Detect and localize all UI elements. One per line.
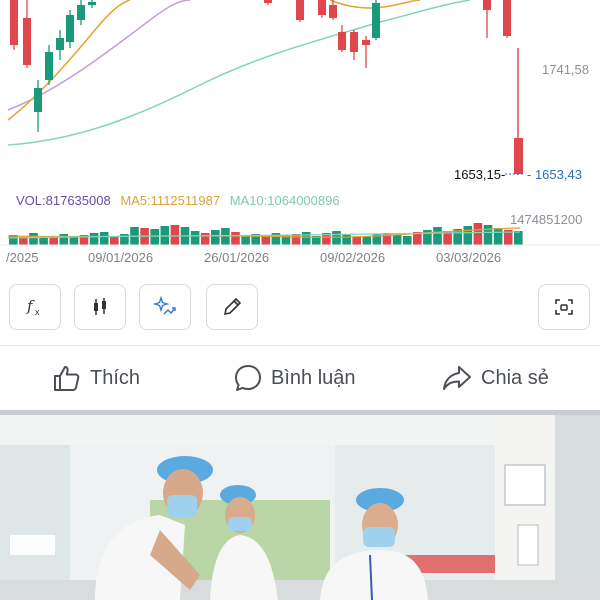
candle-body-4: [56, 38, 64, 50]
candle-body-13: [350, 32, 358, 52]
draw-button[interactable]: [206, 284, 258, 330]
volume-bar-47: [483, 225, 493, 245]
ai-analysis-button[interactable]: [139, 284, 191, 330]
volume-bar-11: [120, 234, 129, 245]
vol-value: VOL:817635008: [16, 193, 111, 208]
candle-body-17: [503, 0, 511, 36]
volume-max-label: 1474851200: [510, 212, 583, 227]
candle-body-16: [483, 0, 491, 10]
volume-bar-10: [110, 236, 119, 245]
volume-bar-9: [99, 232, 109, 245]
date-label-3: 09/02/2026: [320, 250, 386, 265]
current-price-label: - 1653,43: [527, 167, 582, 182]
candle-body-10: [318, 0, 326, 15]
volume-bar-16: [170, 225, 180, 245]
post-actions-bar: Thích Bình luận Chia sẻ: [0, 346, 600, 410]
volume-bar-50: [514, 231, 523, 245]
like-button[interactable]: Thích: [52, 360, 140, 396]
volume-bar-19: [200, 233, 210, 245]
volume-bar-39: [402, 236, 412, 245]
volume-bar-32: [332, 231, 341, 245]
volume-bar-22: [231, 232, 240, 245]
svg-text:f: f: [26, 297, 35, 315]
price-axis-label-1741: 1741,58: [542, 62, 589, 77]
volume-bar-25: [261, 236, 271, 245]
candle-body-14: [362, 40, 370, 45]
volume-bar-8: [89, 233, 99, 245]
candle-body-3: [45, 52, 53, 80]
stock-chart[interactable]: 1741,58 1653,15- - 1653,43 VOL:817635008…: [0, 0, 600, 278]
ma10-value: MA10:1064000896: [229, 193, 340, 208]
thumbs-up-icon: [54, 366, 80, 391]
candle-body-12: [338, 32, 346, 50]
share-button[interactable]: Chia sẻ: [441, 360, 549, 396]
candlestick-chart-svg: [0, 0, 600, 246]
comment-button[interactable]: Bình luận: [233, 360, 356, 396]
volume-bar-3: [39, 238, 48, 245]
volume-bar-35: [362, 236, 372, 245]
date-label-0: /2025: [6, 250, 39, 265]
volume-bar-48: [493, 228, 503, 245]
volume-bar-14: [150, 229, 159, 245]
ma5-value: MA5:1112511987: [120, 193, 221, 208]
volume-bar-34: [352, 237, 361, 245]
volume-bar-38: [392, 235, 402, 245]
low-price-label: 1653,15-: [454, 167, 506, 182]
date-label-4: 03/03/2026: [436, 250, 502, 265]
like-label: Thích: [90, 366, 141, 389]
comment-label: Bình luận: [271, 366, 356, 389]
candle-body-11: [329, 5, 337, 18]
date-label-2: 26/01/2026: [204, 250, 270, 265]
share-label: Chia sẻ: [481, 366, 549, 389]
pencil-icon: [223, 297, 242, 316]
candle-body-last: [514, 138, 523, 174]
screenshot-frame-icon: [555, 299, 573, 315]
volume-legend: VOL:817635008 MA5:1112511987 MA10:106400…: [16, 193, 346, 208]
candle-body-0: [10, 0, 18, 45]
volume-bar-6: [69, 237, 79, 245]
candlestick-icon: [94, 298, 106, 315]
candle-body-5: [66, 15, 74, 42]
candle-body-9: [296, 0, 304, 20]
volume-bar-46: [473, 223, 483, 245]
indicator-button[interactable]: f x: [9, 284, 61, 330]
share-arrow-icon: [443, 366, 471, 390]
function-fx-icon: f x: [26, 297, 40, 317]
candle-body-1: [23, 18, 31, 65]
candle-body-8: [264, 0, 272, 3]
date-label-1: 09/01/2026: [88, 250, 154, 265]
volume-bar-42: [433, 227, 442, 245]
volume-bar-5: [59, 234, 69, 245]
candle-body-2: [34, 88, 42, 112]
volume-bar-29: [301, 232, 311, 245]
volume-bar-18: [190, 231, 200, 245]
chart-type-button[interactable]: [74, 284, 126, 330]
hospital-staff-photo: [0, 415, 600, 600]
sparkle-chart-icon: [152, 295, 176, 315]
volume-bar-20: [211, 230, 220, 245]
candle-body-7: [88, 2, 96, 5]
comment-bubble-icon: [235, 365, 261, 391]
candle-body-6: [77, 5, 85, 20]
volume-bar-2: [29, 233, 38, 245]
candle-body-15: [372, 3, 380, 38]
chart-toolbar: f x: [0, 284, 600, 334]
capture-button[interactable]: [538, 284, 590, 330]
volume-bar-45: [463, 226, 473, 245]
svg-text:x: x: [35, 307, 40, 317]
post-photo[interactable]: [0, 415, 600, 600]
